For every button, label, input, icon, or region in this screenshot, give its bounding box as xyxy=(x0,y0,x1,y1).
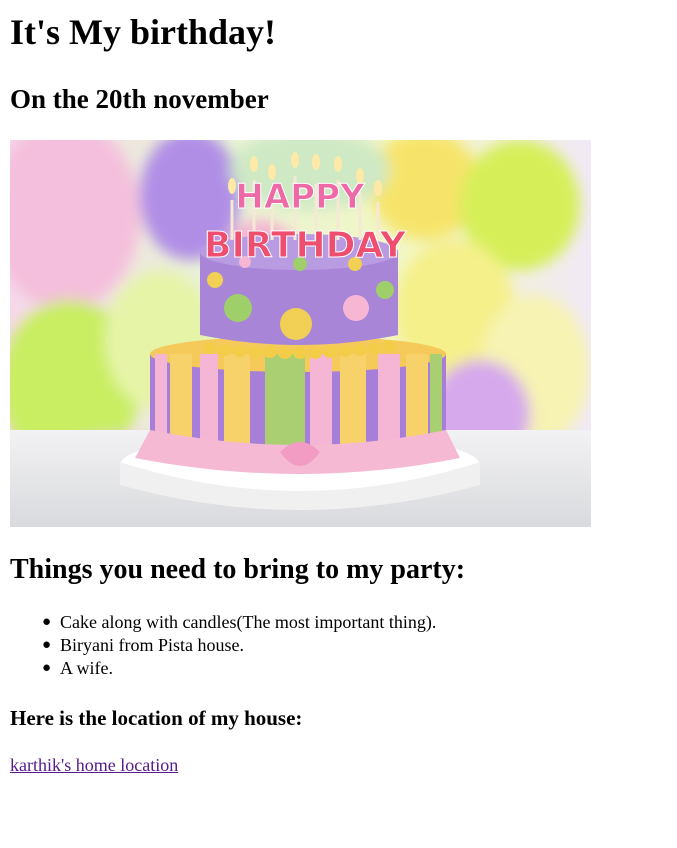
birthday-cake-image: HAPPY BIRTHDAY xyxy=(10,140,591,527)
list-item: ● Biryani from Pista house. xyxy=(42,634,436,657)
bullet-icon: ● xyxy=(42,637,52,653)
page: It's My birthday! On the 20th november H… xyxy=(0,0,677,848)
birthday-date-heading: On the 20th november xyxy=(10,84,269,114)
page-title: It's My birthday! xyxy=(10,12,277,52)
bullet-icon: ● xyxy=(42,660,52,676)
list-item: ● A wife. xyxy=(42,657,436,680)
bring-items-heading: Things you need to bring to my party: xyxy=(10,554,466,585)
list-item-text: Cake along with candles(The most importa… xyxy=(60,612,437,632)
list-item: ● Cake along with candles(The most import… xyxy=(42,611,437,634)
bullet-icon: ● xyxy=(42,614,52,630)
cake-candle-text-birthday: BIRTHDAY xyxy=(204,225,407,266)
home-location-link[interactable]: karthik's home location xyxy=(10,754,178,776)
bring-items-list: ● Cake along with candles(The most import… xyxy=(10,611,436,680)
list-item-text: A wife. xyxy=(60,658,113,678)
cake-candle-text-happy: HAPPY xyxy=(235,177,365,217)
list-item-text: Biryani from Pista house. xyxy=(60,635,244,655)
location-heading: Here is the location of my house: xyxy=(10,706,303,730)
